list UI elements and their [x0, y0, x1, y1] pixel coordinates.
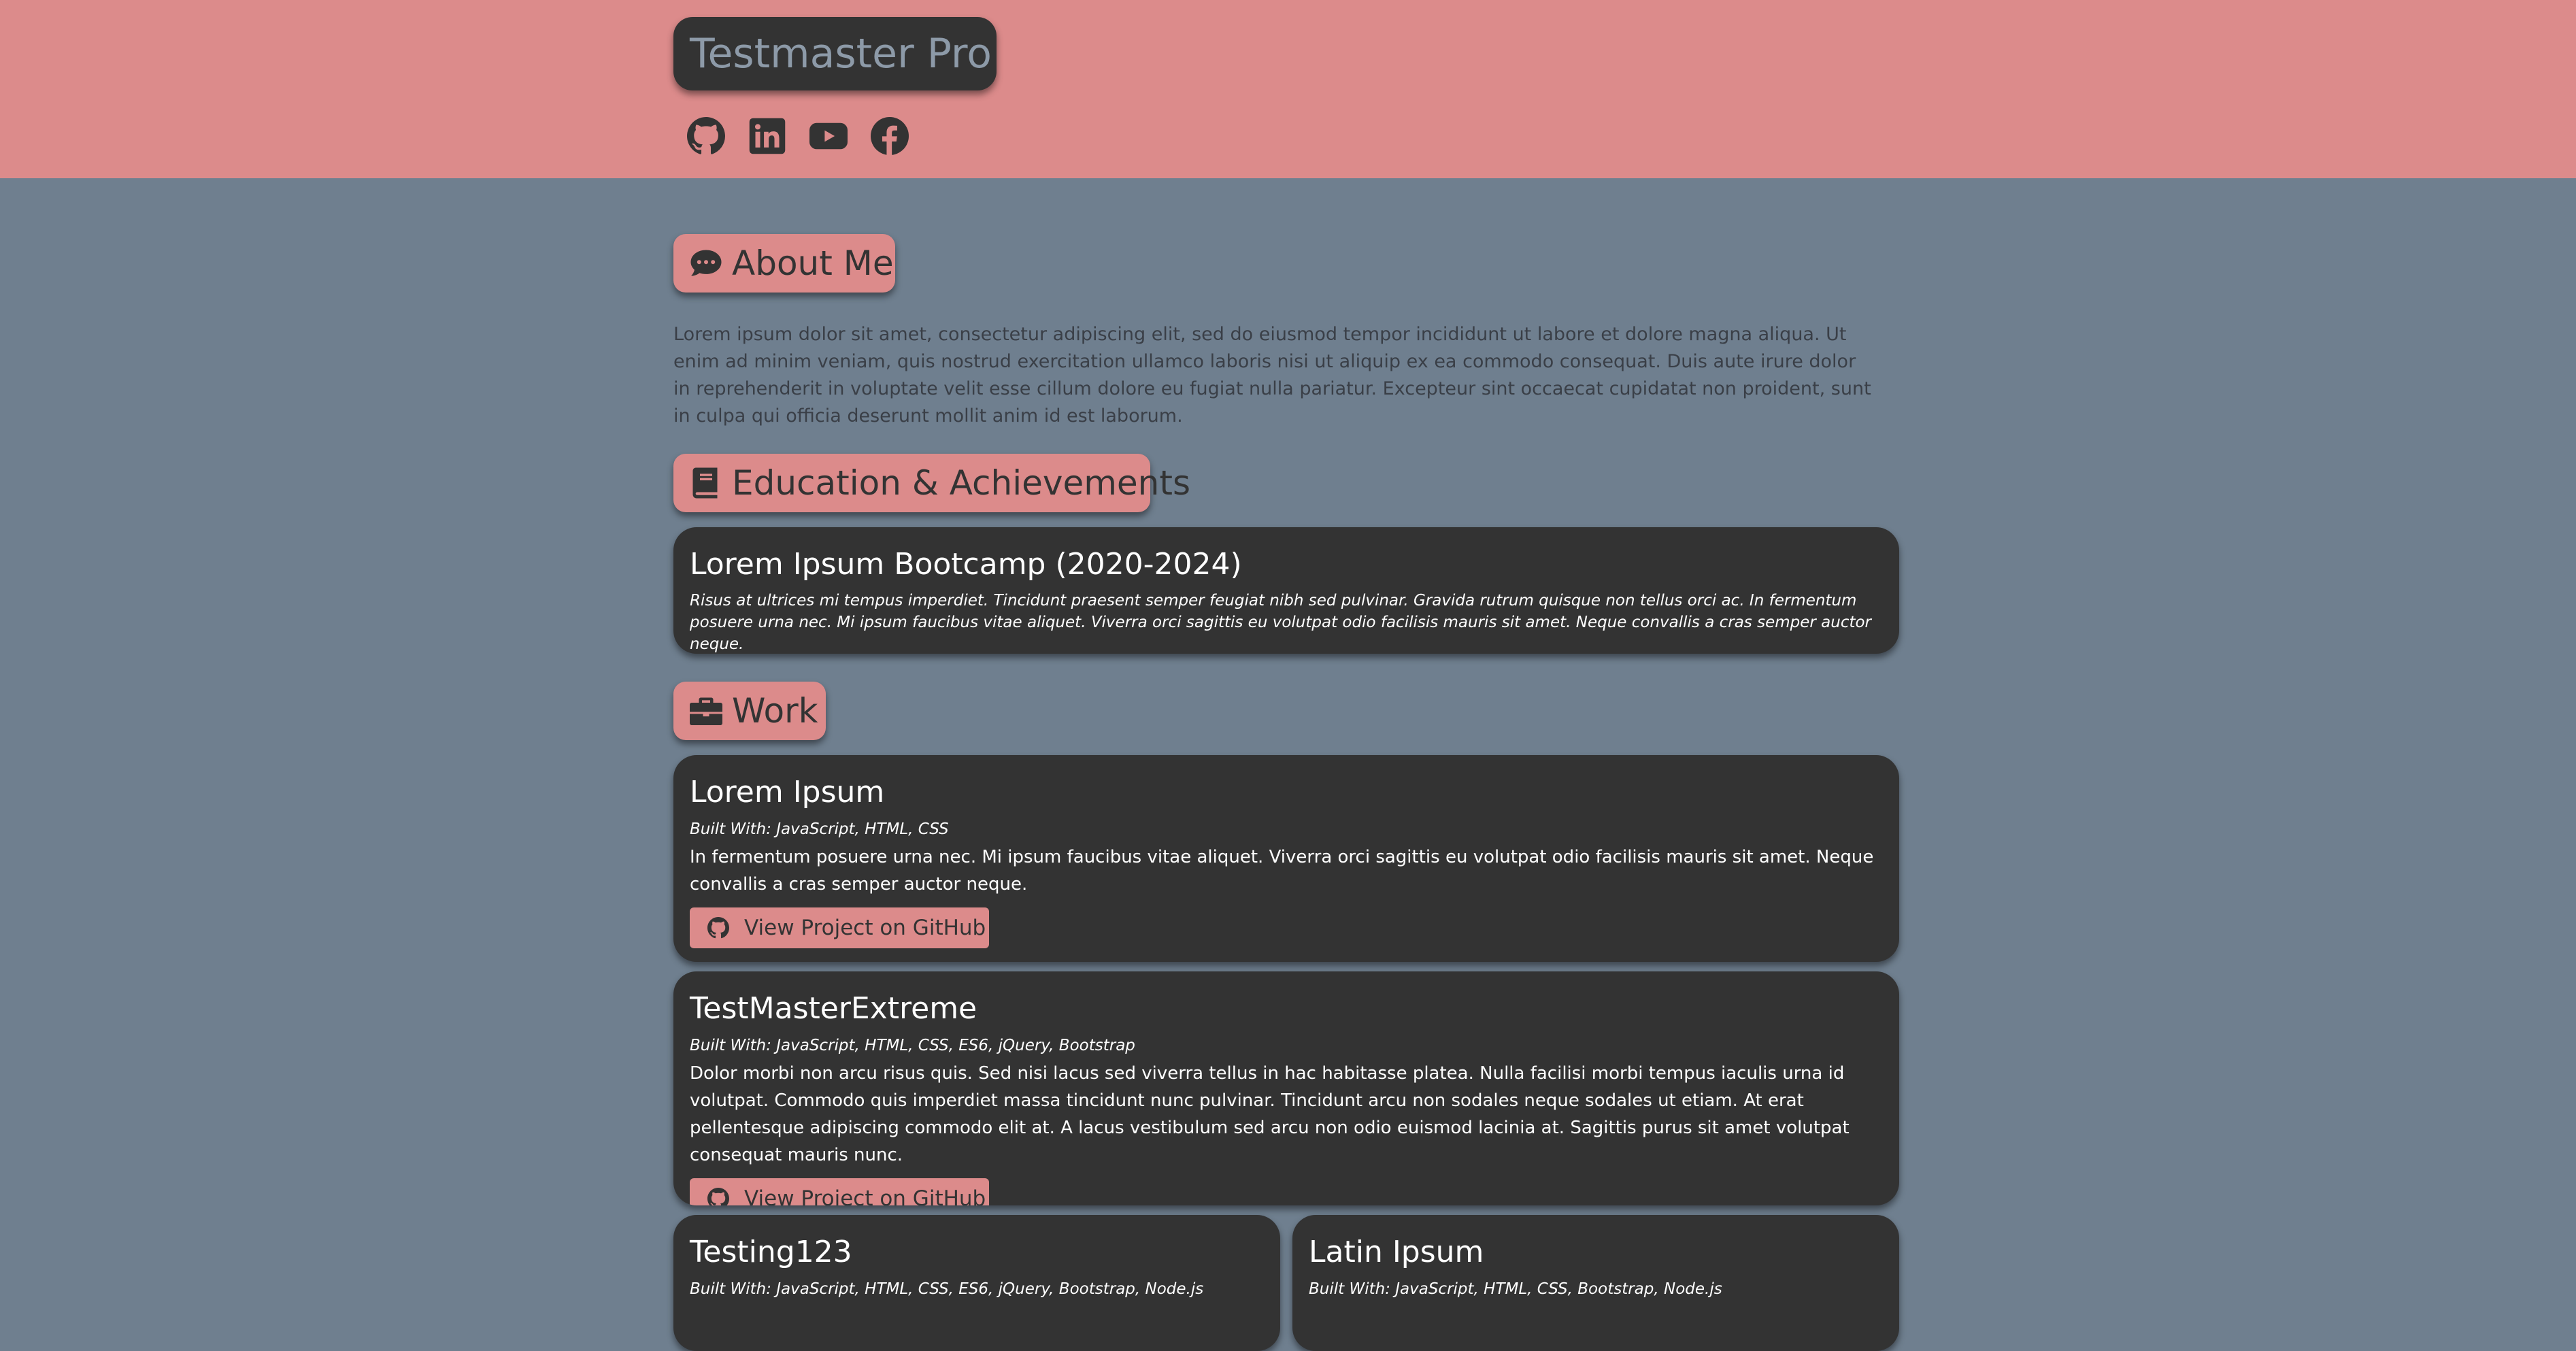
comment-dots-icon: [690, 250, 722, 276]
project-description: Dolor morbi non arcu risus quis. Sed nis…: [690, 1063, 1850, 1165]
project-card: Testing123 Built With: JavaScript, HTML,…: [673, 1215, 1280, 1351]
github-icon: [707, 917, 729, 939]
project-card: TestMasterExtreme Built With: JavaScript…: [673, 971, 1899, 1205]
view-project-button-label: View Project on GitHub: [744, 916, 986, 940]
education-heading: Education & Achievements: [673, 454, 1190, 512]
education-card: Lorem Ipsum Bootcamp (2020-2024) Risus a…: [673, 527, 1899, 654]
facebook-link[interactable]: [871, 117, 909, 155]
education-description: Risus at ultrices mi tempus imperdiet. T…: [690, 592, 1872, 653]
education-title: Lorem Ipsum Bootcamp (2020-2024): [690, 547, 1242, 582]
linkedin-link[interactable]: [748, 117, 786, 155]
work-heading-label: Work: [732, 691, 818, 731]
github-icon: [707, 1188, 729, 1205]
project-tech: Built With: JavaScript, HTML, CSS, ES6, …: [690, 1280, 1204, 1298]
book-icon: [692, 467, 718, 499]
facebook-icon: [871, 117, 909, 155]
project-tech: Built With: JavaScript, HTML, CSS, Boots…: [1309, 1280, 1722, 1298]
work-heading: Work: [673, 682, 826, 740]
project-title: Lorem Ipsum: [690, 775, 885, 810]
project-title: Testing123: [690, 1235, 852, 1269]
youtube-link[interactable]: [809, 117, 848, 155]
about-heading-label: About Me: [732, 244, 894, 283]
project-description: In fermentum posuere urna nec. Mi ipsum …: [690, 847, 1874, 895]
linkedin-icon: [749, 118, 786, 154]
project-title: TestMasterExtreme: [690, 991, 977, 1026]
education-heading-label: Education & Achievements: [732, 463, 1191, 503]
github-link[interactable]: [687, 117, 725, 155]
view-project-button[interactable]: View Project on GitHub: [690, 1178, 989, 1205]
project-tech: Built With: JavaScript, HTML, CSS, ES6, …: [690, 1037, 1135, 1054]
site-title[interactable]: Testmaster Pro: [673, 17, 997, 90]
project-card: Latin Ipsum Built With: JavaScript, HTML…: [1292, 1215, 1899, 1351]
project-card: Lorem Ipsum Built With: JavaScript, HTML…: [673, 755, 1899, 962]
project-title: Latin Ipsum: [1309, 1235, 1484, 1269]
social-links: [687, 117, 909, 155]
site-header: Testmaster Pro: [0, 0, 2576, 178]
briefcase-icon: [690, 697, 722, 725]
about-heading: About Me: [673, 234, 895, 293]
view-project-button[interactable]: View Project on GitHub: [690, 907, 989, 948]
github-icon: [687, 117, 725, 154]
project-tech: Built With: JavaScript, HTML, CSS: [690, 820, 949, 838]
view-project-button-label: View Project on GitHub: [744, 1186, 986, 1205]
about-text: Lorem ipsum dolor sit amet, consectetur …: [673, 324, 1871, 427]
youtube-icon: [809, 122, 848, 150]
